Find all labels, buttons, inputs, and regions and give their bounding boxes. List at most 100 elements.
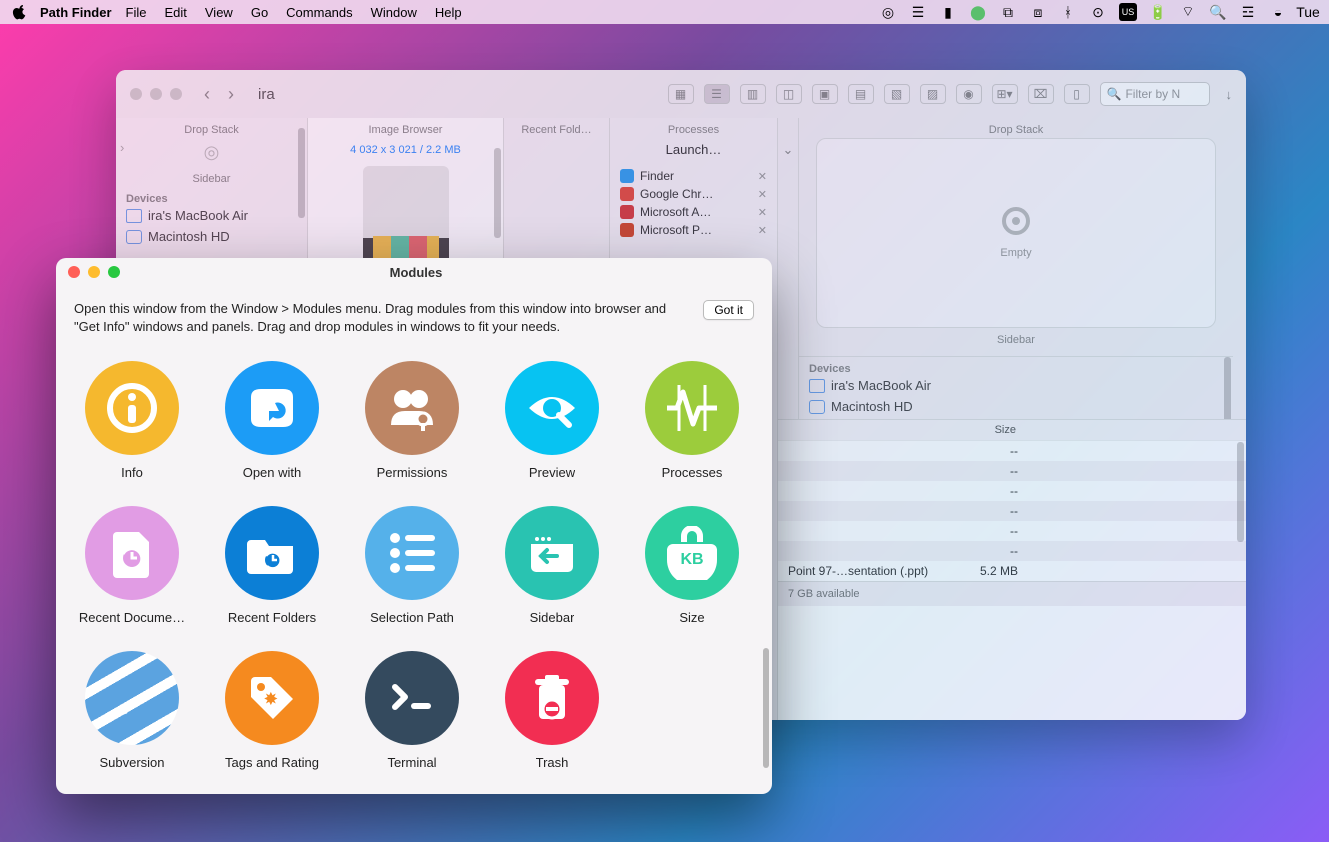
window-zoom-button[interactable] (170, 88, 182, 100)
filter-input[interactable]: 🔍 Filter by N (1100, 82, 1210, 106)
process-item[interactable]: Microsoft P…✕ (610, 221, 777, 239)
sidebar-item-macbook[interactable]: ira's MacBook Air (799, 375, 1233, 396)
module-size[interactable]: Size (622, 498, 762, 643)
view-icon-button[interactable]: ▦ (668, 84, 694, 104)
window-minimize-button[interactable] (150, 88, 162, 100)
siri-icon[interactable]: ◒ (1269, 3, 1287, 21)
module-label: Info (121, 465, 143, 480)
table-row[interactable]: -- (778, 541, 1246, 561)
view-list-button[interactable]: ☰ (704, 84, 730, 104)
chevron-down-icon[interactable]: ⌄ (778, 118, 798, 419)
table-row[interactable]: Point 97-…sentation (.ppt)5.2 MB (778, 561, 1246, 581)
module-recent-folders[interactable]: Recent Folders (202, 498, 342, 643)
module-tags-and-rating[interactable]: Tags and Rating (202, 643, 342, 788)
sidebar-item-hdd[interactable]: Macintosh HD (116, 226, 307, 247)
module-processes[interactable]: Processes (622, 353, 762, 498)
status-icon[interactable]: ⧉ (999, 3, 1017, 21)
close-icon[interactable]: ✕ (758, 188, 767, 201)
module-label: Recent Docume… (79, 610, 185, 625)
menu-go[interactable]: Go (251, 5, 268, 20)
status-icon[interactable]: ⬤ (969, 3, 987, 21)
search-icon[interactable]: 🔍 (1209, 3, 1227, 21)
table-row[interactable]: -- (778, 441, 1246, 461)
wifi-icon[interactable]: ⌔ (1179, 3, 1197, 21)
toolbar-button[interactable]: ⌧ (1028, 84, 1054, 104)
apple-icon[interactable] (12, 4, 28, 20)
input-source-icon[interactable]: US (1119, 3, 1137, 21)
nav-forward-button[interactable]: › (228, 84, 234, 105)
row-size: -- (1010, 524, 1018, 538)
menu-window[interactable]: Window (371, 5, 417, 20)
sidebar-item-label: ira's MacBook Air (148, 208, 248, 223)
module-open-with[interactable]: Open with (202, 353, 342, 498)
module-info[interactable]: Info (62, 353, 202, 498)
close-icon[interactable]: ✕ (758, 170, 767, 183)
close-icon[interactable]: ✕ (758, 224, 767, 237)
status-icon[interactable]: ⊙ (1089, 3, 1107, 21)
toolbar-button[interactable]: ◫ (776, 84, 802, 104)
sidebar-item-macbook[interactable]: ira's MacBook Air (116, 205, 307, 226)
module-recent-docume-[interactable]: Recent Docume… (62, 498, 202, 643)
table-row[interactable]: -- (778, 461, 1246, 481)
process-item[interactable]: Google Chr…✕ (610, 185, 777, 203)
menu-edit[interactable]: Edit (164, 5, 186, 20)
module-permissions[interactable]: Permissions (342, 353, 482, 498)
scrollbar[interactable] (1237, 442, 1244, 542)
empty-drop-area[interactable]: Empty (816, 138, 1216, 328)
module-trash[interactable]: Trash (482, 643, 622, 788)
toolbar-button[interactable]: ▣ (812, 84, 838, 104)
sidebar-item-label: ira's MacBook Air (831, 378, 931, 393)
status-icon[interactable]: ▮ (939, 3, 957, 21)
status-tray: ◎ ☰ ▮ ⬤ ⧉ ⧈ ᚼ ⊙ US 🔋 ⌔ 🔍 ☲ ◒ Tue (879, 3, 1317, 21)
row-size: -- (1010, 484, 1018, 498)
table-row[interactable]: -- (778, 501, 1246, 521)
process-item[interactable]: Finder✕ (610, 167, 777, 185)
scrollbar[interactable] (298, 128, 305, 218)
bluetooth-icon[interactable]: ᚼ (1059, 3, 1077, 21)
battery-icon[interactable]: 🔋 (1149, 3, 1167, 21)
module-subversion[interactable]: Subversion (62, 643, 202, 788)
scrollbar[interactable] (494, 148, 501, 238)
module-label: Subversion (99, 755, 164, 770)
module-terminal[interactable]: Terminal (342, 643, 482, 788)
scrollbar[interactable] (762, 348, 770, 790)
menu-view[interactable]: View (205, 5, 233, 20)
status-icon[interactable]: ☰ (909, 3, 927, 21)
menu-help[interactable]: Help (435, 5, 462, 20)
table-row[interactable]: -- (778, 521, 1246, 541)
module-selection-path[interactable]: Selection Path (342, 498, 482, 643)
toolbar-button[interactable]: ▨ (920, 84, 946, 104)
module-label: Sidebar (530, 610, 575, 625)
download-button[interactable]: ↓ (1226, 87, 1233, 102)
sidebar-item-label: Macintosh HD (148, 229, 230, 244)
control-center-icon[interactable]: ☲ (1239, 3, 1257, 21)
toolbar-button[interactable]: ▯ (1064, 84, 1090, 104)
dropbox-icon[interactable]: ⧈ (1029, 3, 1047, 21)
table-header-size[interactable]: Size (995, 424, 1016, 436)
module-label: Terminal (387, 755, 436, 770)
module-sidebar[interactable]: Sidebar (482, 498, 622, 643)
process-item[interactable]: Microsoft A…✕ (610, 203, 777, 221)
main-column: ⌄ Drop Stack Empty Sidebar Devices ira's… (778, 118, 1246, 720)
sidebar-item-hdd[interactable]: Macintosh HD (799, 396, 1233, 417)
module-label: Recent Folders (228, 610, 316, 625)
status-icon[interactable]: ◎ (879, 3, 897, 21)
drop-target-icon[interactable]: ◎ (116, 138, 307, 167)
quicklook-button[interactable]: ◉ (956, 84, 982, 104)
window-close-button[interactable] (130, 88, 142, 100)
got-it-button[interactable]: Got it (703, 300, 754, 320)
toolbar-button[interactable]: ▧ (884, 84, 910, 104)
module-preview[interactable]: Preview (482, 353, 622, 498)
menu-commands[interactable]: Commands (286, 5, 352, 20)
menu-file[interactable]: File (126, 5, 147, 20)
view-columns-button[interactable]: ▥ (740, 84, 766, 104)
toolbar-menu-button[interactable]: ⊞▾ (992, 84, 1018, 104)
chevron-right-icon[interactable]: › (120, 140, 124, 155)
toolbar-button[interactable]: ▤ (848, 84, 874, 104)
process-launch-label[interactable]: Launch… (610, 138, 777, 167)
close-icon[interactable]: ✕ (758, 206, 767, 219)
app-name[interactable]: Path Finder (40, 5, 112, 20)
nav-back-button[interactable]: ‹ (204, 84, 210, 105)
clock-day[interactable]: Tue (1299, 3, 1317, 21)
table-row[interactable]: -- (778, 481, 1246, 501)
